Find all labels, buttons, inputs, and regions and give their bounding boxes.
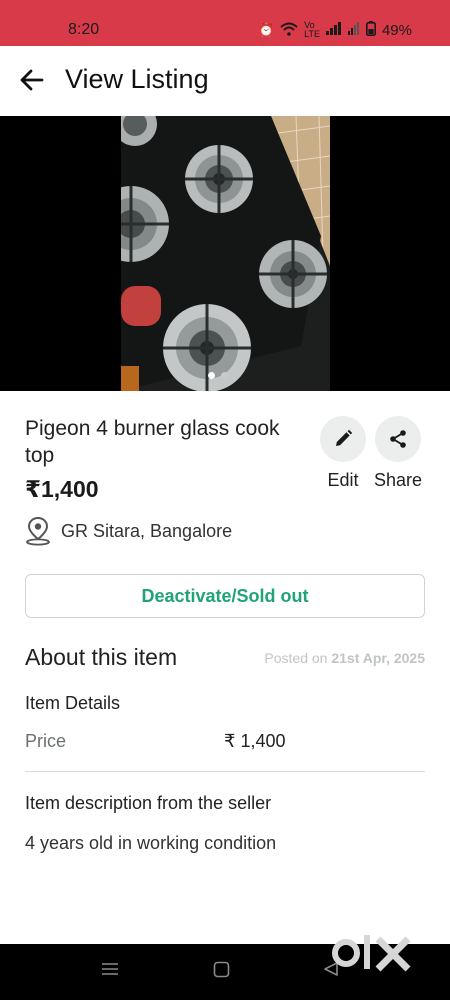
olx-logo — [332, 935, 411, 972]
share-button[interactable]: Share — [373, 416, 423, 491]
battery-icon — [365, 21, 376, 39]
posted-prefix: Posted on — [264, 650, 332, 666]
signal-2-icon — [347, 22, 360, 38]
share-icon-circle[interactable] — [375, 416, 421, 462]
share-icon — [390, 430, 406, 448]
alarm-icon: ⏰ — [257, 22, 275, 37]
carousel-dot — [208, 372, 215, 379]
edit-button[interactable]: Edit — [318, 416, 368, 491]
home-square-icon — [213, 961, 230, 978]
listing-title: Pigeon 4 burner glass cook top — [25, 417, 280, 467]
page-title: View Listing — [65, 64, 209, 94]
share-label: Share — [373, 470, 423, 490]
status-icons: ⏰ Vo LTE 49% — [258, 21, 412, 39]
description-text: 4 years old in working condition — [25, 833, 277, 853]
recents-button[interactable] — [101, 961, 119, 982]
listing-photo — [121, 116, 330, 391]
status-time: 8:20 — [68, 21, 100, 38]
status-bar: 8:20 ⏰ Vo LTE 49% — [0, 0, 450, 46]
posted-date: Posted on 21st Apr, 2025 — [264, 650, 425, 666]
item-details-heading: Item Details — [25, 693, 121, 713]
description-heading: Item description from the seller — [25, 793, 272, 813]
olx-watermark — [332, 931, 414, 985]
volte-icon: Vo LTE — [304, 20, 320, 39]
back-button[interactable] — [16, 64, 48, 96]
posted-date-value: 21st Apr, 2025 — [331, 650, 425, 666]
listing-photo-carousel[interactable] — [0, 116, 450, 391]
listing-location: GR Sitara, Bangalore — [25, 516, 232, 546]
menu-icon — [102, 963, 118, 975]
pencil-icon — [336, 429, 353, 446]
home-button[interactable] — [213, 961, 230, 983]
location-label: GR Sitara, Bangalore — [61, 520, 233, 541]
listing-price: ₹1,400 — [25, 476, 99, 502]
divider — [25, 771, 425, 772]
about-heading: About this item — [25, 644, 178, 670]
location-pin-icon — [26, 516, 50, 546]
deactivate-button[interactable]: Deactivate/Sold out — [25, 574, 425, 618]
app-bar: View Listing — [0, 46, 450, 116]
carousel-dot — [221, 372, 228, 379]
arrow-left-icon — [20, 69, 44, 91]
price-label: Price — [25, 731, 67, 751]
battery-percent: 49% — [381, 21, 412, 39]
carousel-indicator — [208, 372, 228, 379]
wifi-icon — [280, 22, 298, 39]
signal-icon — [325, 22, 342, 38]
price-value: ₹ 1,400 — [224, 731, 286, 751]
edit-icon-circle[interactable] — [320, 416, 366, 462]
edit-label: Edit — [327, 470, 359, 490]
